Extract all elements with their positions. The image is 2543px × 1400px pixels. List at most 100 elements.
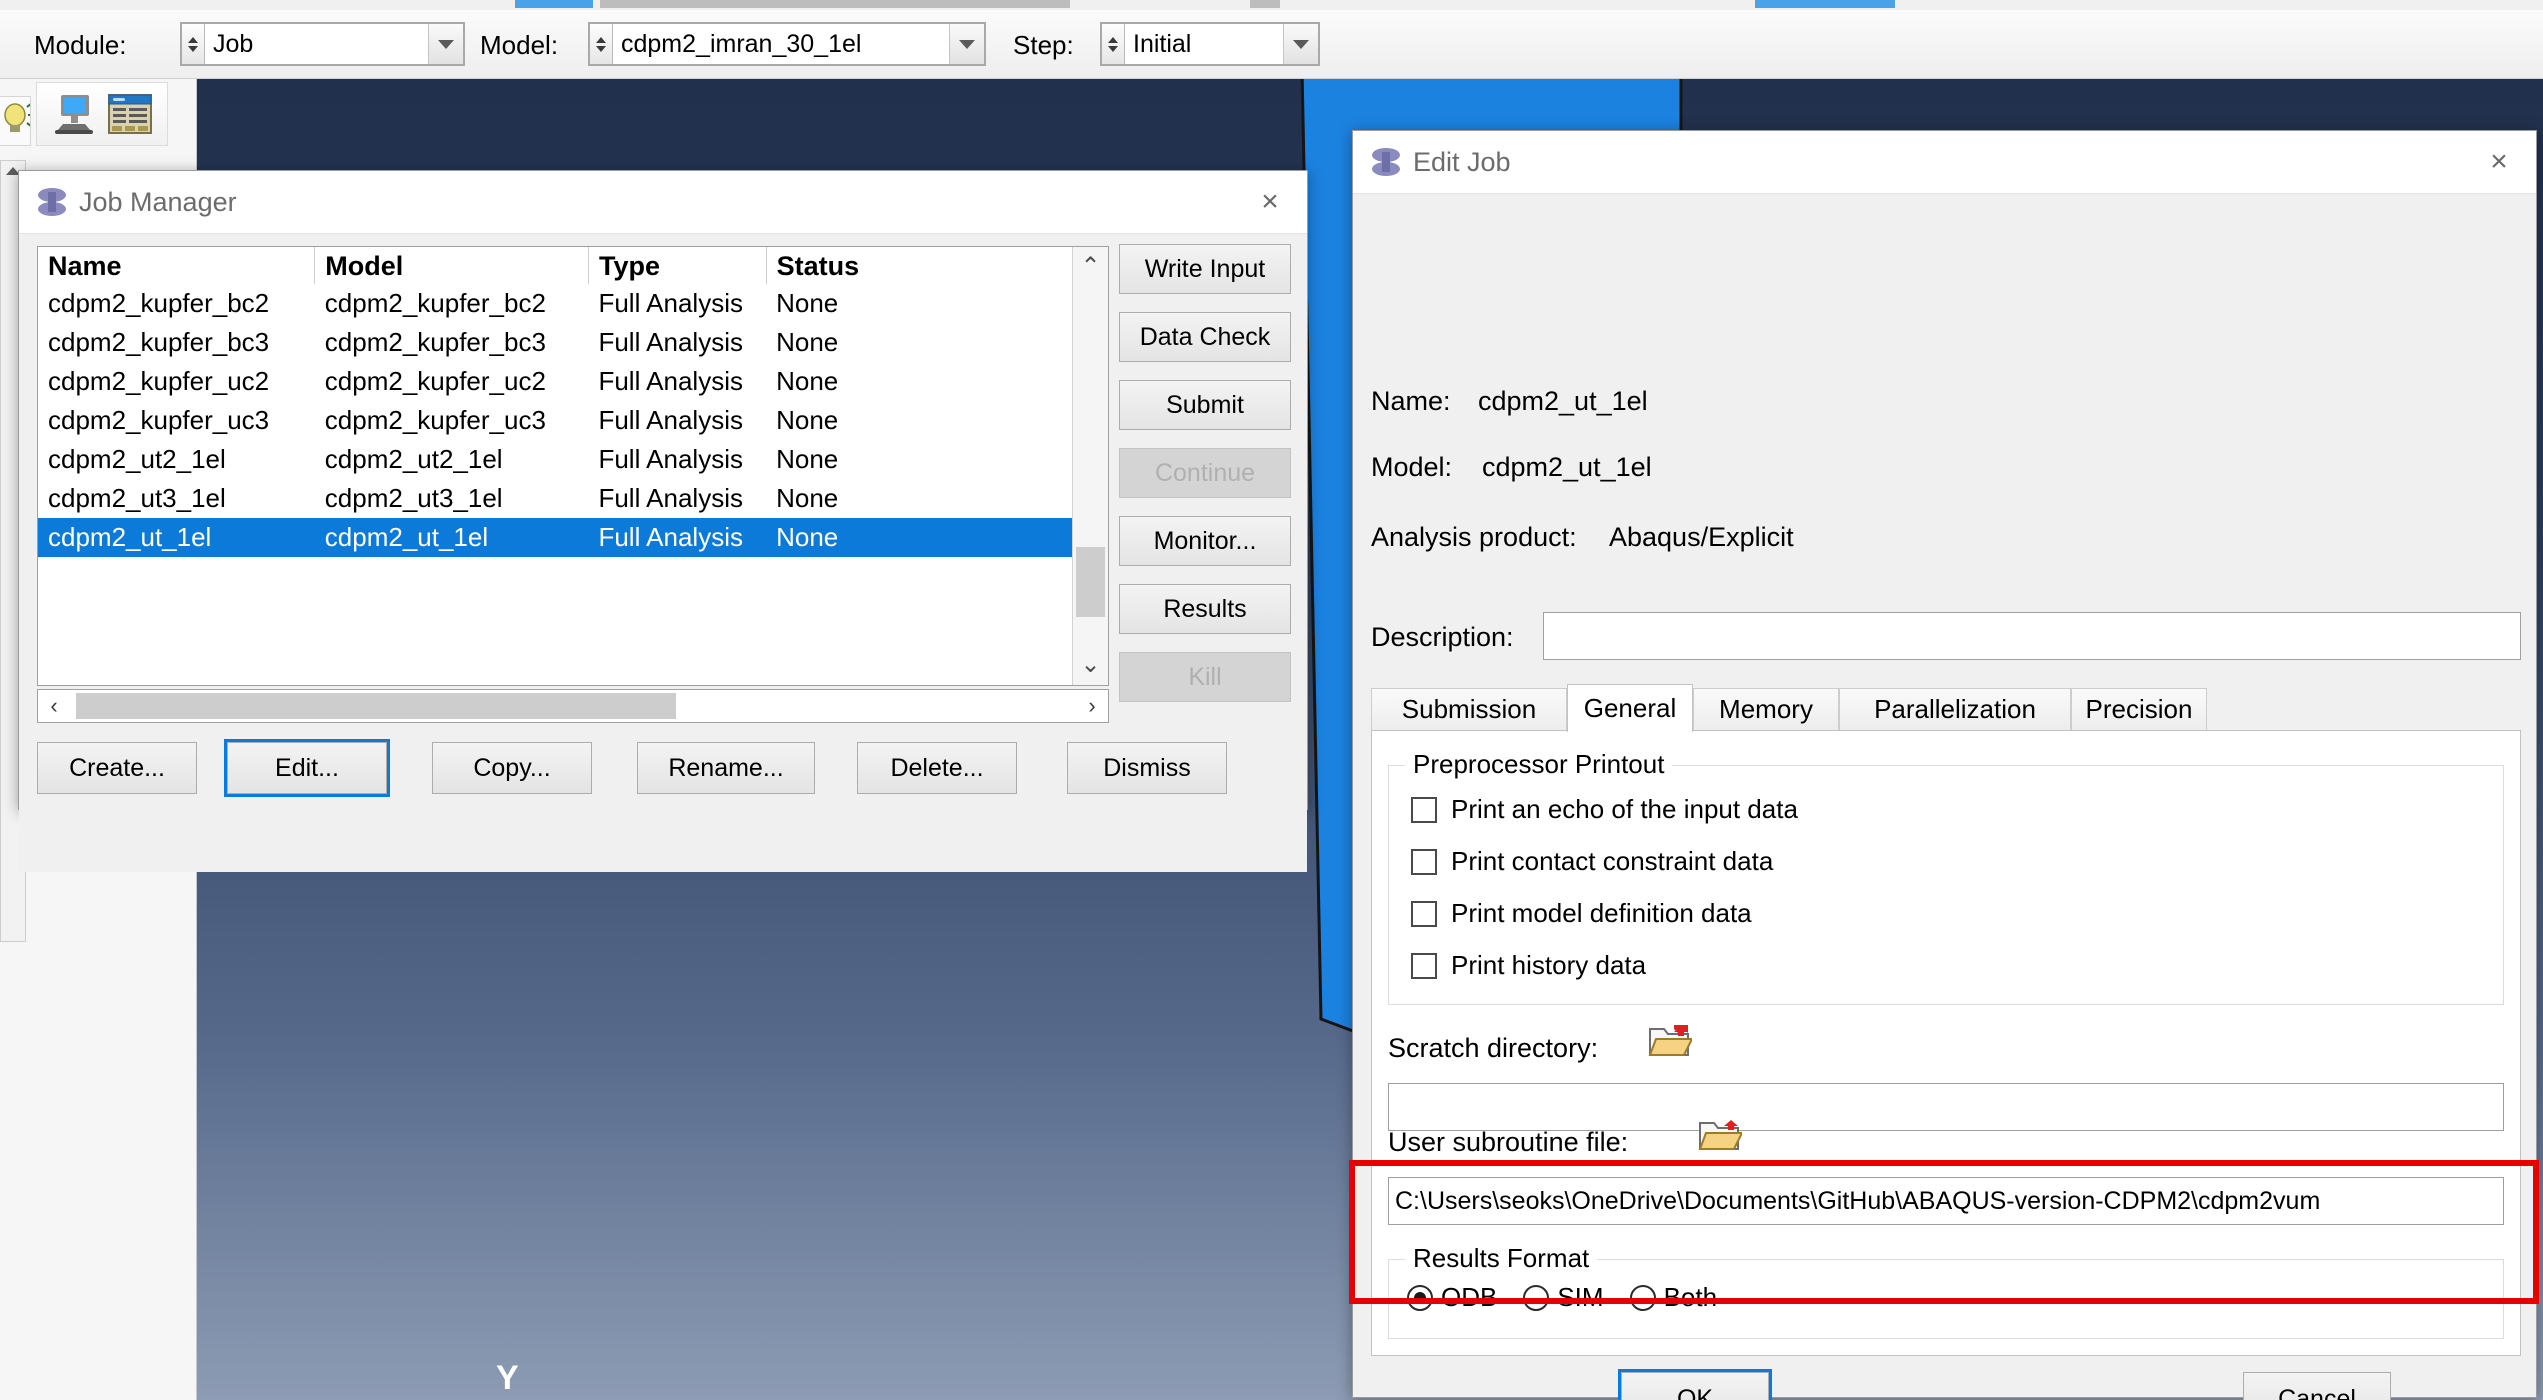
column-header-name[interactable]: Name bbox=[38, 247, 315, 284]
table-row[interactable]: cdpm2_ut2_1elcdpm2_ut2_1elFull AnalysisN… bbox=[38, 440, 1108, 479]
table-report-icon[interactable] bbox=[107, 93, 153, 135]
step-label: Step: bbox=[1013, 30, 1074, 61]
tab-general[interactable]: General bbox=[1567, 684, 1693, 732]
model-spinner[interactable] bbox=[590, 24, 613, 64]
table-row[interactable]: cdpm2_kupfer_bc3cdpm2_kupfer_bc3Full Ana… bbox=[38, 323, 1108, 362]
job-write-input-button[interactable]: Write Input bbox=[1119, 244, 1291, 294]
tab-parallelization[interactable]: Parallelization bbox=[1839, 688, 2071, 730]
checkbox-row[interactable]: Print model definition data bbox=[1411, 898, 1752, 929]
checkbox-icon[interactable] bbox=[1411, 797, 1437, 823]
job-name-value: cdpm2_ut_1el bbox=[1478, 386, 1648, 417]
model-combobox[interactable]: cdpm2_imran_30_1el bbox=[588, 22, 986, 66]
step-spinner[interactable] bbox=[1102, 24, 1125, 64]
scrollbar-thumb[interactable] bbox=[1076, 547, 1105, 617]
module-combobox[interactable]: Job bbox=[180, 22, 465, 66]
job-data-check-button[interactable]: Data Check bbox=[1119, 312, 1291, 362]
table-row[interactable]: cdpm2_ut_1elcdpm2_ut_1elFull AnalysisNon… bbox=[38, 518, 1108, 557]
context-bar: Module: Job Model: cdpm2_imran_30_1el St… bbox=[0, 10, 2543, 79]
cancel-button[interactable]: Cancel bbox=[2243, 1372, 2391, 1400]
radio-odb[interactable] bbox=[1407, 1285, 1433, 1311]
open-folder-icon[interactable] bbox=[1648, 1023, 1692, 1059]
cell-status: None bbox=[766, 518, 1108, 557]
checkbox-icon[interactable] bbox=[1411, 901, 1437, 927]
job-list[interactable]: Name Model Type Status cdpm2_kupfer_bc2c… bbox=[37, 246, 1109, 686]
edit-job-tabs: SubmissionGeneralMemoryParallelizationPr… bbox=[1371, 684, 2521, 730]
user-subroutine-input[interactable]: C:\Users\seoks\OneDrive\Documents\GitHub… bbox=[1388, 1177, 2504, 1225]
job-manager-titlebar[interactable]: Job Manager × bbox=[19, 171, 1307, 234]
checkbox-label: Print contact constraint data bbox=[1451, 846, 1773, 877]
checkbox-icon[interactable] bbox=[1411, 953, 1437, 979]
radio-label-sim: SIM bbox=[1557, 1282, 1603, 1313]
job-name-label: Name: bbox=[1371, 386, 1451, 417]
table-row[interactable]: cdpm2_kupfer_uc3cdpm2_kupfer_uc3Full Ana… bbox=[38, 401, 1108, 440]
radio-both[interactable] bbox=[1630, 1285, 1656, 1311]
scroll-right-icon[interactable]: › bbox=[1076, 693, 1108, 719]
hscrollbar-thumb[interactable] bbox=[76, 693, 676, 719]
description-label: Description: bbox=[1371, 622, 1514, 653]
chevron-down-icon[interactable]: ⌄ bbox=[1080, 653, 1100, 677]
close-icon[interactable]: × bbox=[1253, 187, 1287, 217]
model-value: cdpm2_imran_30_1el bbox=[613, 24, 949, 64]
step-combobox[interactable]: Initial bbox=[1100, 22, 1320, 66]
chevron-up-icon[interactable]: ⌃ bbox=[1080, 255, 1100, 279]
copy-button[interactable]: Copy... bbox=[432, 742, 592, 794]
checkbox-row[interactable]: Print contact constraint data bbox=[1411, 846, 1773, 877]
module-chevron-down-icon[interactable] bbox=[428, 24, 463, 64]
cell-status: None bbox=[766, 401, 1108, 440]
create-button[interactable]: Create... bbox=[37, 742, 197, 794]
abaqus-logo-icon bbox=[37, 184, 67, 220]
analysis-product-value: Abaqus/Explicit bbox=[1609, 522, 1794, 553]
cell-name: cdpm2_ut_1el bbox=[38, 518, 315, 557]
edit-button[interactable]: Edit... bbox=[227, 742, 387, 794]
cell-model: cdpm2_ut3_1el bbox=[315, 479, 589, 518]
edit-job-dialog[interactable]: Edit Job × Name: cdpm2_ut_1el Model: cdp… bbox=[1352, 130, 2537, 1398]
model-label: Model: bbox=[480, 30, 558, 61]
job-manager-dialog[interactable]: Job Manager × Name Model Type Status bbox=[18, 170, 1308, 810]
tab-submission[interactable]: Submission bbox=[1371, 688, 1567, 730]
column-header-model[interactable]: Model bbox=[315, 247, 589, 284]
description-input[interactable] bbox=[1543, 612, 2521, 660]
model-chevron-down-icon[interactable] bbox=[949, 24, 984, 64]
job-monitor-button[interactable]: Monitor... bbox=[1119, 516, 1291, 566]
step-value: Initial bbox=[1125, 24, 1283, 64]
cell-type: Full Analysis bbox=[588, 479, 766, 518]
edit-job-titlebar[interactable]: Edit Job × bbox=[1353, 131, 2536, 194]
tab-memory[interactable]: Memory bbox=[1693, 688, 1839, 730]
job-submit-button[interactable]: Submit bbox=[1119, 380, 1291, 430]
dismiss-button[interactable]: Dismiss bbox=[1067, 742, 1227, 794]
job-kill-button: Kill bbox=[1119, 652, 1291, 702]
module-toolbar[interactable] bbox=[36, 82, 168, 146]
ok-button[interactable]: OK bbox=[1621, 1372, 1769, 1400]
job-results-button[interactable]: Results bbox=[1119, 584, 1291, 634]
delete-button[interactable]: Delete... bbox=[857, 742, 1017, 794]
column-header-type[interactable]: Type bbox=[588, 247, 766, 284]
close-icon[interactable]: × bbox=[2482, 147, 2516, 177]
job-model-value: cdpm2_ut_1el bbox=[1482, 452, 1652, 483]
rename-button[interactable]: Rename... bbox=[637, 742, 815, 794]
step-chevron-down-icon[interactable] bbox=[1283, 24, 1318, 64]
job-manager-bottom-buttons: Create... Edit... Copy... Rename... Delete..… bbox=[37, 742, 1289, 798]
cell-name: cdpm2_kupfer_uc2 bbox=[38, 362, 315, 401]
table-row[interactable]: cdpm2_ut3_1elcdpm2_ut3_1elFull AnalysisN… bbox=[38, 479, 1108, 518]
lightbulb-icon[interactable] bbox=[0, 96, 31, 146]
scratch-directory-input[interactable] bbox=[1388, 1083, 2504, 1131]
monitor-icon[interactable] bbox=[51, 91, 97, 137]
tab-precision[interactable]: Precision bbox=[2071, 688, 2207, 730]
checkbox-icon[interactable] bbox=[1411, 849, 1437, 875]
checkbox-row[interactable]: Print history data bbox=[1411, 950, 1646, 981]
cell-model: cdpm2_ut2_1el bbox=[315, 440, 589, 479]
cell-type: Full Analysis bbox=[588, 518, 766, 557]
open-folder-icon[interactable] bbox=[1698, 1117, 1742, 1153]
column-header-status[interactable]: Status bbox=[766, 247, 1108, 284]
job-list-vertical-scrollbar[interactable]: ⌃ ⌄ bbox=[1072, 247, 1108, 685]
module-label: Module: bbox=[34, 30, 127, 61]
table-row[interactable]: cdpm2_kupfer_uc2cdpm2_kupfer_uc2Full Ana… bbox=[38, 362, 1108, 401]
cell-status: None bbox=[766, 440, 1108, 479]
preprocessor-printout-title: Preprocessor Printout bbox=[1405, 749, 1672, 780]
radio-sim[interactable] bbox=[1523, 1285, 1549, 1311]
table-row[interactable]: cdpm2_kupfer_bc2cdpm2_kupfer_bc2Full Ana… bbox=[38, 284, 1108, 323]
module-spinner[interactable] bbox=[182, 24, 205, 64]
checkbox-row[interactable]: Print an echo of the input data bbox=[1411, 794, 1798, 825]
job-list-horizontal-scrollbar[interactable]: ‹ › bbox=[37, 689, 1109, 723]
scroll-left-icon[interactable]: ‹ bbox=[38, 693, 70, 719]
